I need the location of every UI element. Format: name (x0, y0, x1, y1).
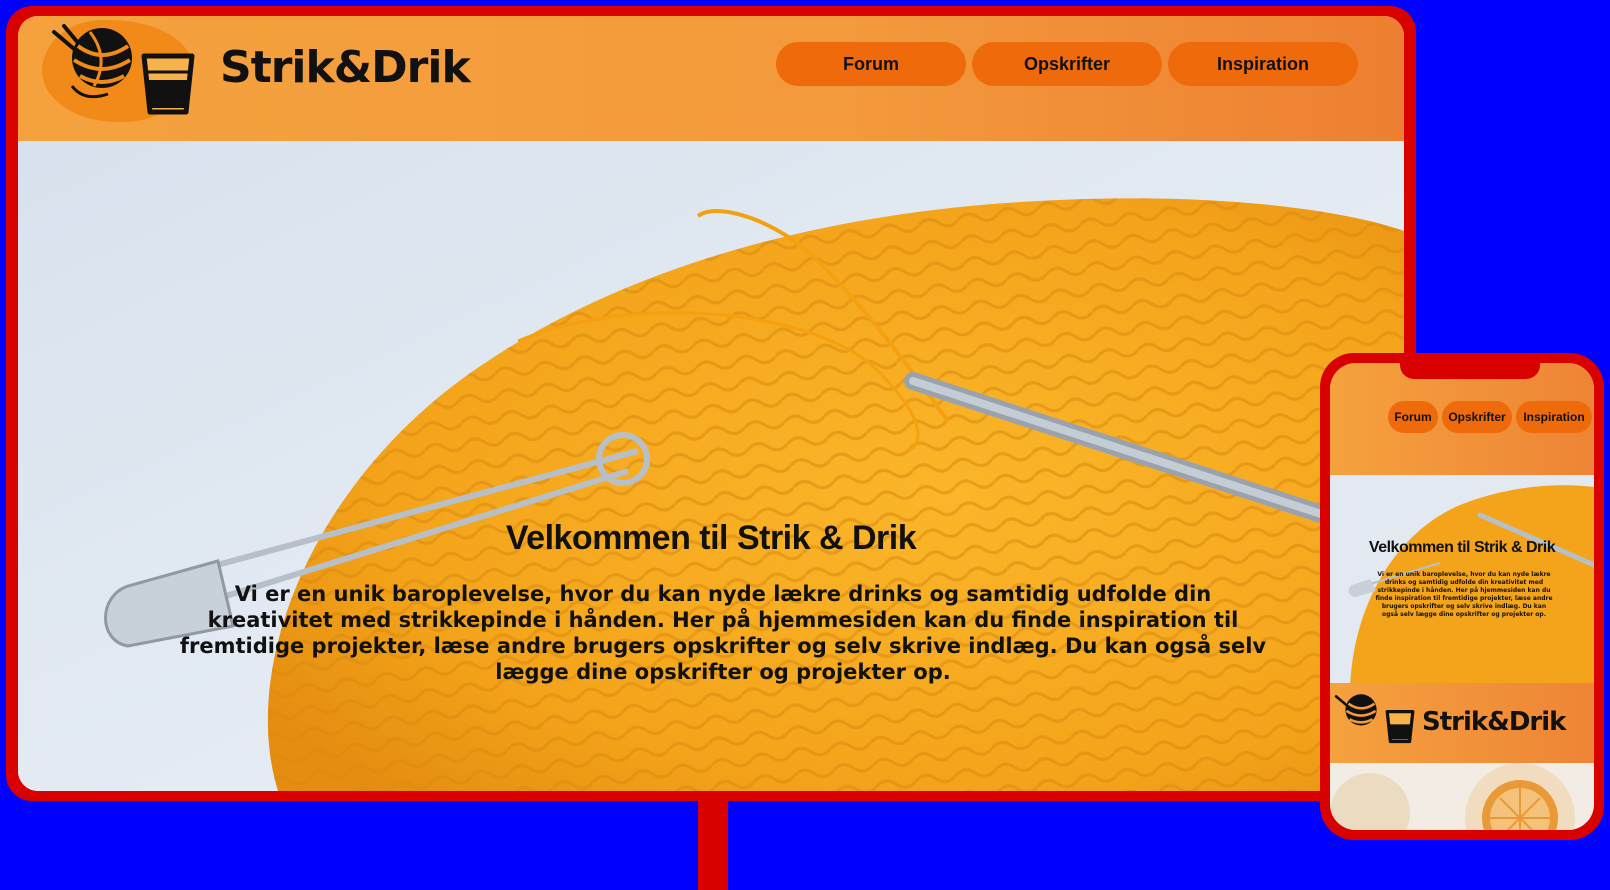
site-header: Strik&Drik Forum Opskrifter Inspiration (18, 16, 1404, 141)
phone-drinks-image (1330, 763, 1594, 830)
phone-header: Forum Opskrifter Inspiration (1330, 363, 1594, 475)
brand-name: Strik&Drik (220, 42, 471, 93)
phone-nav-forum-button[interactable]: Forum (1388, 401, 1438, 433)
desktop-screen: Strik&Drik Forum Opskrifter Inspiration (18, 16, 1404, 791)
phone-hero-description: Vi er en unik baroplevelse, hvor du kan … (1375, 571, 1553, 618)
nav-forum-button[interactable]: Forum (776, 42, 966, 86)
phone-hero-title: Velkommen til Strik & Drik (1368, 539, 1556, 556)
phone-nav-opskrifter-button[interactable]: Opskrifter (1442, 401, 1512, 433)
phone-yarn-ball-icon (1334, 694, 1377, 726)
brand-logo[interactable]: Strik&Drik (42, 20, 472, 130)
phone-nav-inspiration-button[interactable]: Inspiration (1516, 401, 1592, 433)
phone-brand-name: Strik&Drik (1422, 707, 1566, 737)
drinks-photo (1330, 763, 1594, 830)
phone-brand-logo[interactable]: Strik&Drik (1330, 683, 1594, 763)
main-nav: Forum Opskrifter Inspiration (776, 42, 1358, 86)
hero-title: Velkommen til Strik & Drik (505, 519, 917, 557)
desktop-monitor-frame: Strik&Drik Forum Opskrifter Inspiration (6, 6, 1416, 801)
yarn-ball-icon (52, 24, 132, 99)
hero-section: Velkommen til Strik & Drik Vi er en unik… (18, 141, 1404, 791)
phone-notch (1400, 363, 1540, 379)
phone-frame: Forum Opskrifter Inspiration Velkommen t… (1320, 353, 1604, 840)
hero-knitting-image (18, 141, 1404, 791)
phone-hero-section: Velkommen til Strik & Drik Vi er en unik… (1330, 475, 1594, 695)
glass-icon (141, 53, 195, 115)
phone-glass-icon (1385, 710, 1415, 744)
phone-screen: Forum Opskrifter Inspiration Velkommen t… (1330, 363, 1594, 830)
hero-description: Vi er en unik baroplevelse, hvor du kan … (179, 582, 1267, 684)
nav-inspiration-button[interactable]: Inspiration (1168, 42, 1358, 86)
monitor-stand (698, 800, 728, 890)
nav-opskrifter-button[interactable]: Opskrifter (972, 42, 1162, 86)
phone-nav: Forum Opskrifter Inspiration (1388, 401, 1592, 433)
